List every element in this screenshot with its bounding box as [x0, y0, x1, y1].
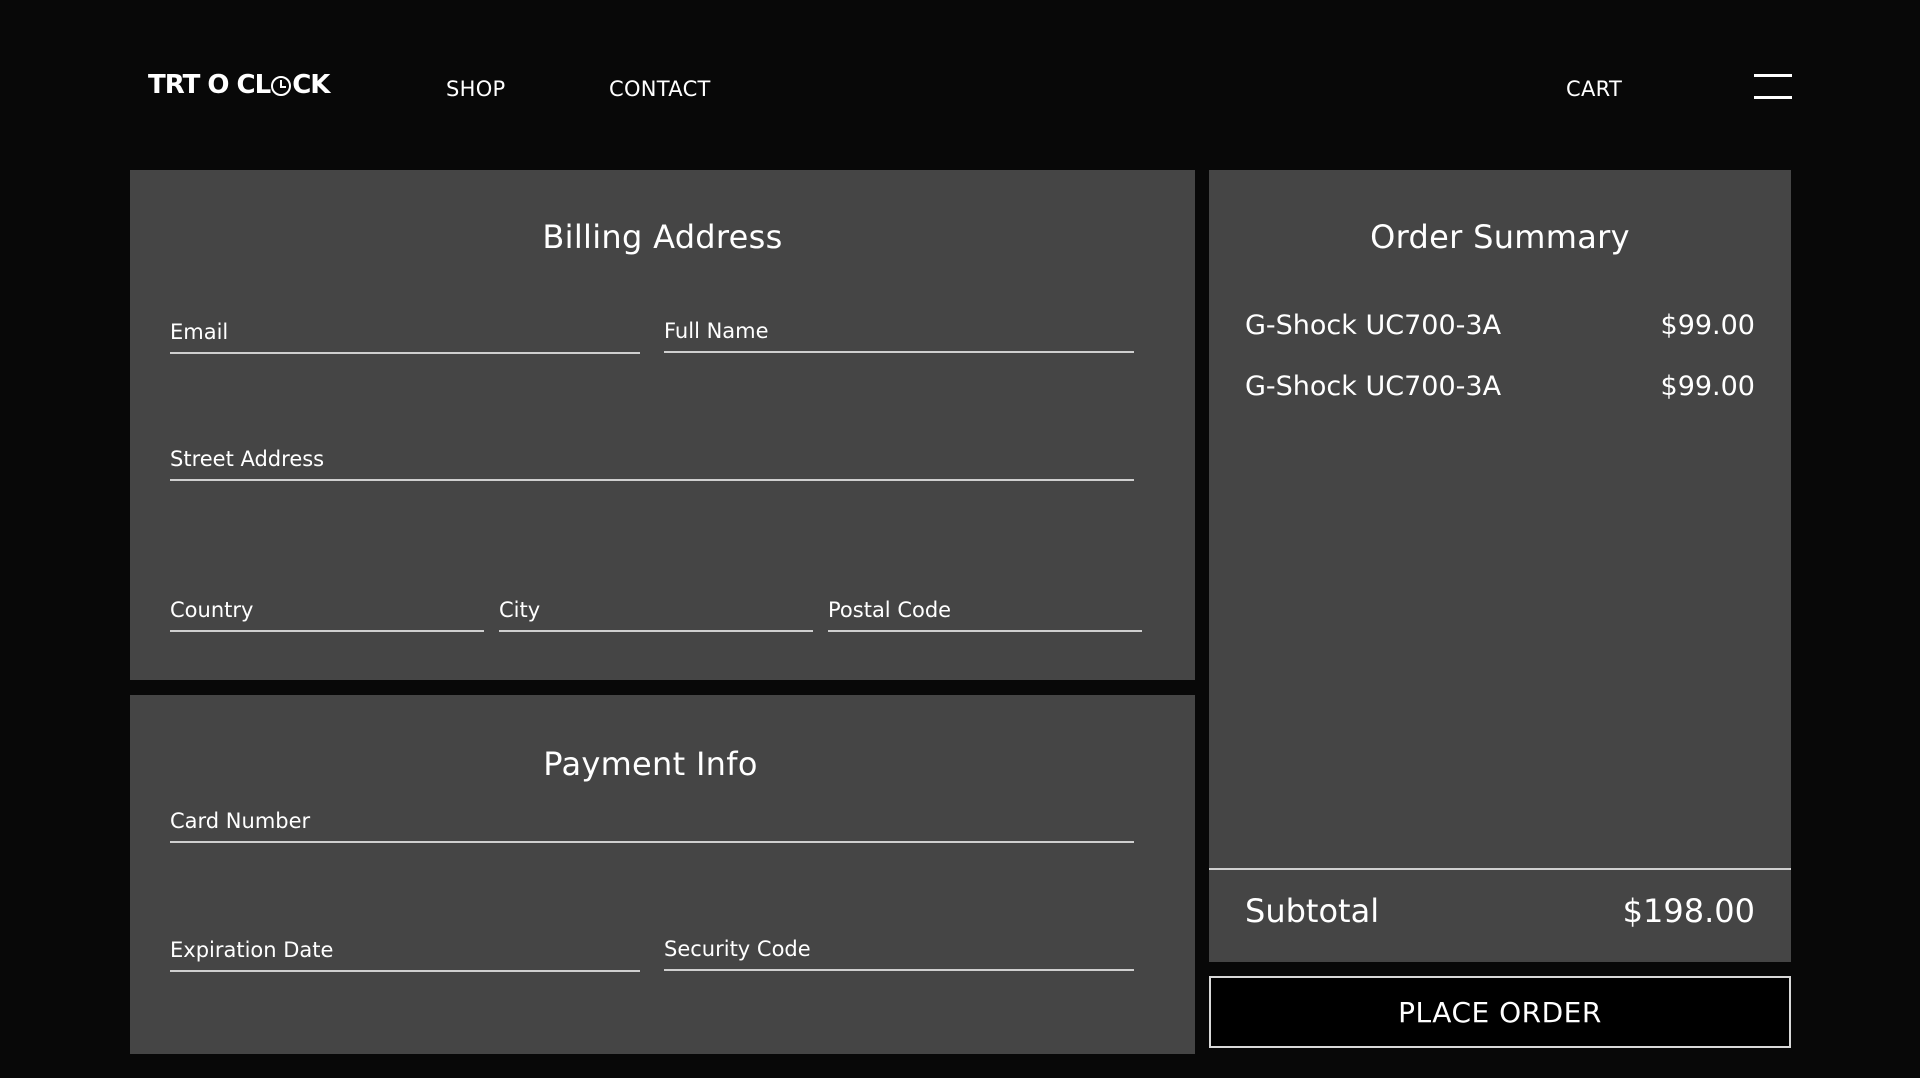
subtotal-label: Subtotal	[1245, 892, 1380, 930]
item-name: G-Shock UC700-3A	[1245, 310, 1502, 341]
country-input[interactable]	[170, 592, 484, 628]
city-input[interactable]	[499, 592, 813, 628]
order-summary-panel: Order Summary G-Shock UC700-3A $99.00 G-…	[1209, 170, 1791, 962]
menu-bar-top	[1754, 74, 1792, 77]
payment-title: Payment Info	[543, 745, 758, 783]
subtotal-row: Subtotal $198.00	[1245, 892, 1755, 930]
item-price: $99.00	[1660, 371, 1755, 402]
list-item: G-Shock UC700-3A $99.00	[1245, 371, 1755, 432]
place-order-button[interactable]: PLACE ORDER	[1209, 976, 1791, 1048]
subtotal-value: $198.00	[1622, 892, 1755, 930]
postal-code-input[interactable]	[828, 592, 1142, 628]
email-field	[170, 314, 640, 354]
item-name: G-Shock UC700-3A	[1245, 371, 1502, 402]
street-address-field	[170, 441, 1134, 481]
nav-contact-link[interactable]: CONTACT	[609, 77, 711, 101]
nav-shop-link[interactable]: SHOP	[446, 77, 506, 101]
order-items-list: G-Shock UC700-3A $99.00 G-Shock UC700-3A…	[1245, 310, 1755, 432]
billing-title: Billing Address	[542, 218, 783, 256]
expiration-date-field	[170, 932, 640, 972]
postal-code-field	[828, 592, 1142, 632]
logo-text-right: CK	[292, 70, 330, 100]
hamburger-menu-icon[interactable]	[1754, 74, 1792, 100]
full-name-input[interactable]	[664, 313, 1134, 349]
expiration-date-input[interactable]	[170, 932, 640, 968]
site-header: TRT O CL CK SHOP CONTACT CART	[0, 0, 1920, 170]
payment-info-panel: Payment Info	[130, 695, 1195, 1054]
security-code-input[interactable]	[664, 931, 1134, 967]
clock-icon	[271, 76, 292, 96]
logo-text-left: TRT O CL	[148, 70, 271, 100]
logo[interactable]: TRT O CL CK	[148, 70, 330, 100]
card-number-field	[170, 803, 1134, 843]
country-field	[170, 592, 484, 632]
item-price: $99.00	[1660, 310, 1755, 341]
order-summary-title: Order Summary	[1370, 218, 1630, 256]
street-address-input[interactable]	[170, 441, 1134, 477]
menu-bar-bottom	[1754, 96, 1792, 99]
full-name-field	[664, 313, 1134, 353]
email-input[interactable]	[170, 314, 640, 350]
city-field	[499, 592, 813, 632]
nav-cart-link[interactable]: CART	[1566, 77, 1622, 101]
card-number-input[interactable]	[170, 803, 1134, 839]
list-item: G-Shock UC700-3A $99.00	[1245, 310, 1755, 371]
security-code-field	[664, 931, 1134, 971]
summary-divider	[1209, 868, 1791, 870]
billing-address-panel: Billing Address	[130, 170, 1195, 680]
